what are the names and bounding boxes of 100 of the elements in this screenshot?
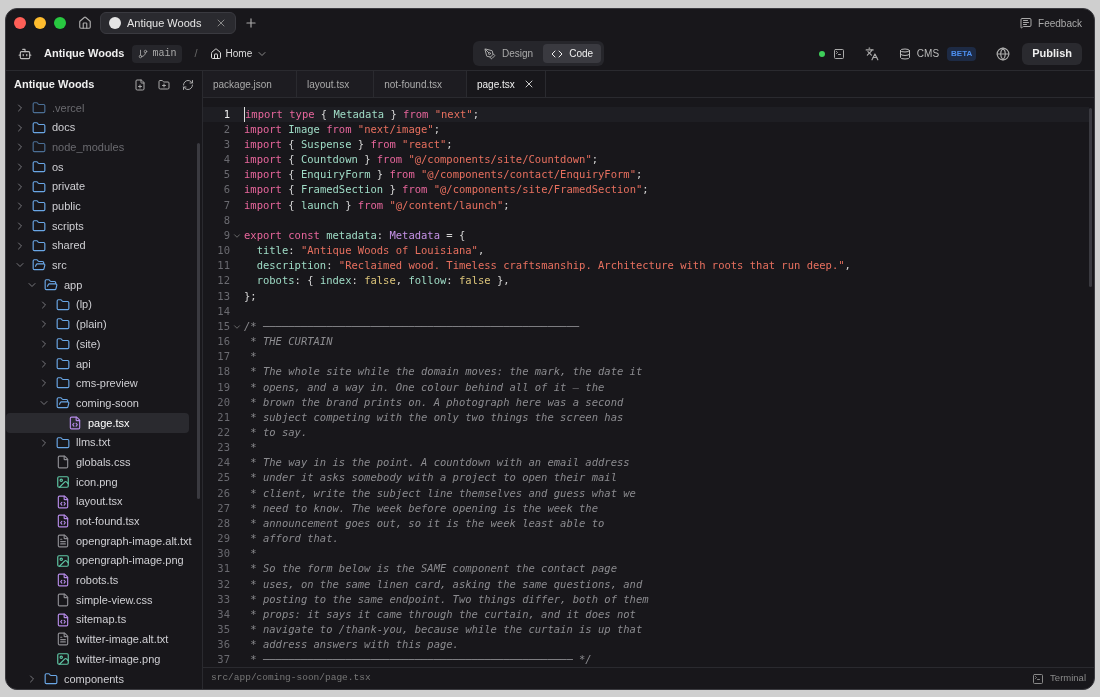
- code-line: * THE CURTAIN: [249, 334, 333, 350]
- code-line: import type { Metadata } from "next";: [244, 106, 479, 123]
- file-row[interactable]: sitemap.ts: [6, 609, 189, 630]
- line-number: 23: [216, 440, 230, 456]
- file-row[interactable]: page.tsx: [6, 413, 189, 433]
- terminal-button[interactable]: Terminal: [1032, 671, 1086, 686]
- home-icon[interactable]: [78, 16, 92, 30]
- folder-name[interactable]: scripts: [52, 217, 84, 235]
- mode-tab[interactable]: Code: [543, 44, 602, 63]
- code-line: * under it asks somebody with a project to open their mail: [249, 470, 617, 486]
- folder-name[interactable]: api: [76, 355, 91, 373]
- code-line: * ───────────────────────────────────────────────── */: [249, 652, 592, 667]
- page-dropdown[interactable]: Home: [209, 46, 269, 61]
- file-row[interactable]: layout.tsx: [6, 491, 189, 512]
- new-file-icon[interactable]: [134, 78, 146, 91]
- folder-icon: [32, 179, 46, 194]
- translate-icon[interactable]: [864, 46, 879, 61]
- branch-icon: [138, 48, 149, 59]
- mode-tab[interactable]: Design: [476, 44, 542, 63]
- folder-name[interactable]: (lp): [76, 296, 92, 313]
- file-row[interactable]: globals.css: [6, 452, 189, 473]
- branch-button[interactable]: main: [132, 44, 183, 63]
- code-line: import { FramedSection } from "@/components/site/FramedSection";: [244, 182, 649, 198]
- browser-tab[interactable]: Antique Woods: [100, 12, 237, 34]
- image-file-icon: [56, 553, 70, 568]
- folder-name[interactable]: os: [52, 158, 64, 176]
- cms-button[interactable]: CMS: [898, 46, 940, 61]
- line-number: 9: [222, 227, 230, 243]
- folder-icon: [32, 199, 46, 214]
- new-tab-icon[interactable]: [244, 16, 259, 30]
- publish-button[interactable]: Publish: [1022, 42, 1082, 65]
- folder-name[interactable]: shared: [52, 237, 86, 254]
- image-file-icon: [56, 652, 70, 667]
- code-line: import { launch } from "@/content/launch";: [244, 197, 510, 213]
- close-window-button[interactable]: [14, 17, 26, 29]
- line-number: 24: [216, 455, 230, 471]
- code-line: * afford that.: [249, 531, 339, 547]
- folder-name[interactable]: coming-soon: [76, 394, 139, 412]
- code-line: robots: { index: false, follow: false },: [255, 273, 510, 289]
- text-file-icon: [56, 632, 70, 647]
- maximize-window-button[interactable]: [54, 17, 66, 29]
- scrollbar[interactable]: [197, 143, 200, 499]
- file-row[interactable]: simple-view.css: [6, 590, 189, 610]
- editor-tab[interactable]: layout.tsx: [296, 71, 375, 97]
- minimize-window-button[interactable]: [34, 17, 46, 29]
- line-number: 25: [216, 470, 230, 486]
- folder-name[interactable]: docs: [52, 119, 76, 136]
- editor-tab[interactable]: package.json: [203, 71, 297, 97]
- file-row[interactable]: twitter-image.png: [6, 649, 189, 669]
- folder-name[interactable]: llms.txt: [76, 434, 111, 451]
- folder-icon: [44, 278, 58, 293]
- file-icon: [56, 593, 70, 608]
- folder-name[interactable]: public: [52, 198, 81, 215]
- file-row[interactable]: opengraph-image.png: [6, 550, 189, 571]
- editor-tab[interactable]: not-found.tsx: [374, 71, 467, 97]
- folder-icon: [56, 376, 70, 391]
- folder-icon: [32, 258, 46, 273]
- folder-name[interactable]: app: [64, 276, 83, 294]
- file-row[interactable]: not-found.tsx: [6, 511, 189, 532]
- text-file-icon: [56, 533, 70, 548]
- code-file-icon: [68, 415, 82, 430]
- code-line: * So the form below is the SAME component the contact page: [249, 561, 617, 577]
- folder-name[interactable]: cms-preview: [76, 375, 138, 392]
- code-line: *: [249, 440, 257, 456]
- line-number: 22: [216, 425, 230, 440]
- code-line: export const metadata: Metadata = {: [244, 227, 466, 243]
- code-line: import { EnquiryForm } from "@/components/contact/EnquiryForm";: [244, 167, 643, 183]
- line-number: 37: [216, 652, 230, 667]
- feedback-button[interactable]: Feedback: [1020, 15, 1086, 31]
- refresh-icon[interactable]: [182, 78, 194, 91]
- file-row[interactable]: icon.png: [6, 472, 189, 492]
- line-number: 5: [222, 167, 230, 183]
- file-row[interactable]: twitter-image.alt.txt: [6, 629, 189, 650]
- folder-icon: [32, 140, 46, 155]
- folder-name[interactable]: (plain): [76, 316, 107, 333]
- code-line: * uses, on the same linen card, asking the same questions, and: [249, 576, 643, 592]
- file-row[interactable]: robots.ts: [6, 570, 189, 591]
- line-number: 8: [222, 212, 230, 228]
- new-folder-icon[interactable]: [158, 78, 170, 91]
- folder-icon: [56, 337, 70, 352]
- sidebar-title: Antique Woods: [14, 77, 96, 93]
- line-number: 15: [216, 318, 230, 334]
- line-number: 13: [216, 288, 230, 304]
- pen-icon: [484, 47, 496, 60]
- folder-name[interactable]: (site): [76, 335, 101, 353]
- line-number: 33: [216, 591, 230, 607]
- scrollbar[interactable]: [1089, 108, 1092, 287]
- folder-icon: [32, 159, 46, 174]
- folder-name[interactable]: components: [64, 670, 124, 688]
- globe-icon[interactable]: [996, 46, 1011, 61]
- folder-name[interactable]: src: [52, 257, 67, 274]
- terminal-icon[interactable]: [832, 47, 845, 60]
- folder-name[interactable]: private: [52, 178, 86, 195]
- code-file-icon: [56, 573, 70, 588]
- code-line: * The way in is the point. A countdown with an email address: [249, 455, 630, 471]
- code-line: * subject competing with the only two things the screen has: [249, 409, 624, 425]
- code-line: * navigate to /thank-you, because while the curtain is up that: [249, 622, 643, 637]
- file-path: src/app/coming-soon/page.tsx: [211, 671, 372, 686]
- image-file-icon: [56, 474, 70, 489]
- home-icon: [209, 47, 222, 60]
